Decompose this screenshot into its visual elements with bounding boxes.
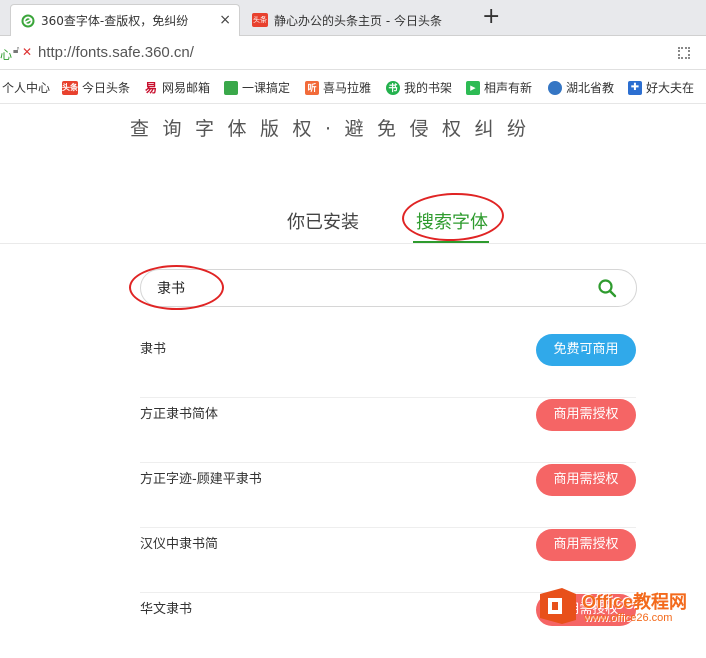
bookmark-yike[interactable]: 一课搞定 — [224, 79, 290, 96]
bookmark-label: 今日头条 — [82, 81, 131, 95]
toutiao-icon: 头条 — [252, 13, 268, 27]
bookmark-crosstalk[interactable]: ▶ 相声有新 — [466, 79, 532, 96]
ximalaya-icon: 听 — [305, 80, 319, 95]
font-name[interactable]: 隶书 — [140, 333, 166, 367]
bookmark-personal-center[interactable]: 个人中心 — [2, 79, 50, 96]
tab-toutiao[interactable]: 头条 静心办公的头条主页 - 今日头条 — [242, 4, 472, 36]
bookmark-label: 一课搞定 — [242, 81, 291, 95]
font-name[interactable]: 华文隶书 — [140, 593, 192, 627]
toutiao-icon: 头条 — [62, 80, 78, 95]
font-tabs: 你已安装 搜索字体 — [0, 196, 706, 244]
result-row: 方正隶书简体 商用需授权 — [140, 398, 636, 463]
qr-code-icon[interactable] — [678, 47, 690, 59]
active-tab-indicator — [413, 241, 489, 243]
bookmark-netease-mail[interactable]: 易 网易邮箱 — [144, 79, 210, 96]
bookmark-label: 喜马拉雅 — [323, 81, 372, 95]
font-name[interactable]: 汉仪中隶书简 — [140, 528, 218, 562]
watermark-brand: Office教程网 — [582, 592, 688, 612]
bookmark-ximalaya[interactable]: 听 喜马拉雅 — [305, 79, 371, 96]
netease-mail-icon: 易 — [144, 80, 158, 95]
office-logo-icon — [540, 588, 576, 624]
bookmark-hubei-edu[interactable]: 湖北省教 — [548, 79, 614, 96]
lock-icon: 🔓︎ — [13, 45, 20, 56]
tab-360-fonts[interactable]: 360查字体-查版权，免纠纷 × — [10, 4, 240, 36]
video-icon: ▶ — [466, 80, 480, 95]
license-badge[interactable]: 免费可商用 — [536, 334, 636, 366]
bookmark-label: 相声有新 — [484, 81, 533, 95]
bookmark-label: 网易邮箱 — [162, 81, 211, 95]
tab-installed[interactable]: 你已安装 — [287, 208, 359, 234]
license-badge[interactable]: 商用需授权 — [536, 399, 636, 431]
bookmark-haodf[interactable]: ✚ 好大夫在 — [628, 79, 694, 96]
tab-title: 360查字体-查版权，免纠纷 — [41, 14, 189, 28]
result-row: 隶书 免费可商用 — [140, 333, 636, 398]
security-label: 心 — [0, 48, 13, 62]
license-badge[interactable]: 商用需授权 — [536, 529, 636, 561]
font-name[interactable]: 方正隶书简体 — [140, 398, 218, 432]
360-logo-icon — [21, 14, 35, 28]
close-tab-icon[interactable]: × — [219, 12, 231, 28]
watermark: Office教程网 www.office26.com — [538, 584, 706, 632]
new-tab-button[interactable]: + — [482, 4, 500, 30]
search-icon[interactable] — [597, 278, 617, 298]
bookmark-label: 我的书架 — [404, 81, 453, 95]
tab-title: 静心办公的头条主页 - 今日头条 — [274, 13, 442, 28]
bookmark-label: 个人中心 — [2, 81, 51, 95]
hospital-icon: ✚ — [628, 80, 642, 95]
url-text[interactable]: http://fonts.safe.360.cn/ — [38, 44, 194, 61]
bookmark-bookshelf[interactable]: 书 我的书架 — [386, 79, 452, 96]
tab-search-fonts[interactable]: 搜索字体 — [416, 208, 488, 234]
insecure-x-icon: ✕ — [22, 45, 33, 59]
bookmark-label: 湖北省教 — [566, 81, 615, 95]
page-slogan: 查询字体版权·避免侵权纠纷 — [130, 118, 540, 140]
book-icon — [224, 80, 238, 95]
globe-icon — [548, 80, 562, 95]
watermark-site: www.office26.com — [584, 612, 673, 624]
font-search-input[interactable] — [157, 277, 587, 299]
font-name[interactable]: 方正字迹-顾建平隶书 — [140, 463, 262, 497]
bookshelf-icon: 书 — [386, 80, 400, 95]
license-badge[interactable]: 商用需授权 — [536, 464, 636, 496]
result-row: 方正字迹-顾建平隶书 商用需授权 — [140, 463, 636, 528]
address-bar: 心 🔓︎ ✕ http://fonts.safe.360.cn/ — [0, 36, 706, 70]
font-search-box — [140, 269, 637, 307]
bookmark-label: 好大夫在 — [646, 81, 695, 95]
bookmark-toutiao[interactable]: 头条 今日头条 — [62, 79, 130, 96]
browser-tab-bar: 360查字体-查版权，免纠纷 × 头条 静心办公的头条主页 - 今日头条 + — [0, 0, 706, 36]
bookmarks-bar: 个人中心 头条 今日头条 易 网易邮箱 一课搞定 听 喜马拉雅 书 我的书架 ▶… — [0, 70, 706, 104]
